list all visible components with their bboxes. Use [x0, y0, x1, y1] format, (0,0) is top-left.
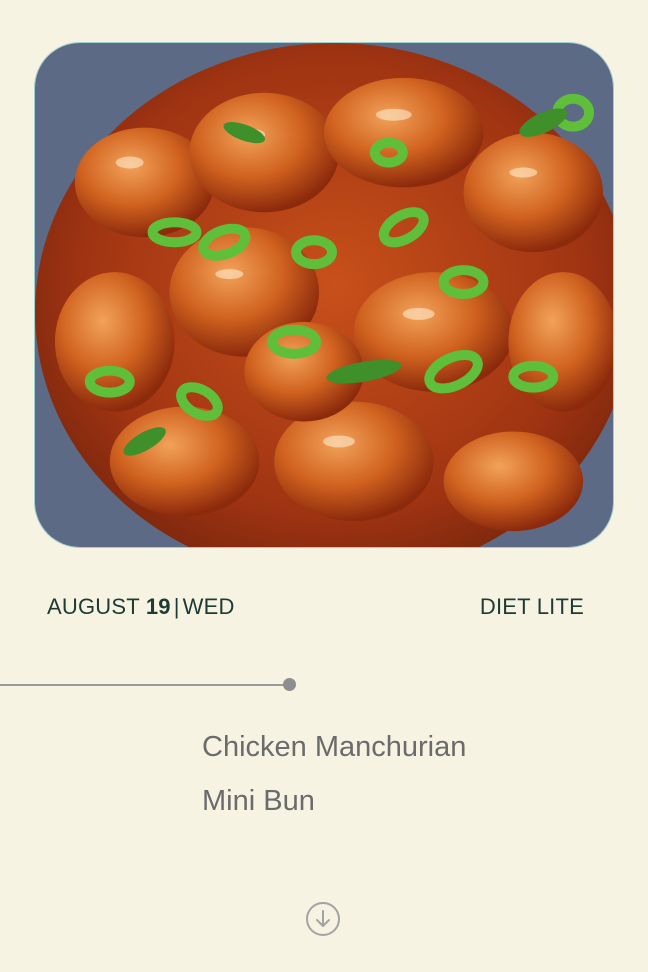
timeline-line [0, 684, 284, 686]
timeline-dot [283, 678, 296, 691]
arrow-down-circle-icon [316, 910, 330, 927]
date-separator: | [173, 594, 180, 619]
dish-photo [34, 42, 614, 548]
plan-name: DIET LITE [479, 594, 584, 619]
date-weekday: WED [182, 594, 235, 619]
menu-list: Chicken Manchurian Mini Bun [202, 720, 466, 828]
scroll-down-button[interactable] [306, 902, 340, 936]
date-row: AUGUST 19 | WED DIET LITE [47, 592, 584, 622]
menu-item: Mini Bun [202, 785, 315, 817]
date-month: AUGUST [47, 594, 140, 619]
menu-item: Chicken Manchurian [202, 731, 467, 763]
date-day: 19 [145, 594, 171, 619]
date-display: AUGUST 19 | WED [47, 594, 235, 620]
